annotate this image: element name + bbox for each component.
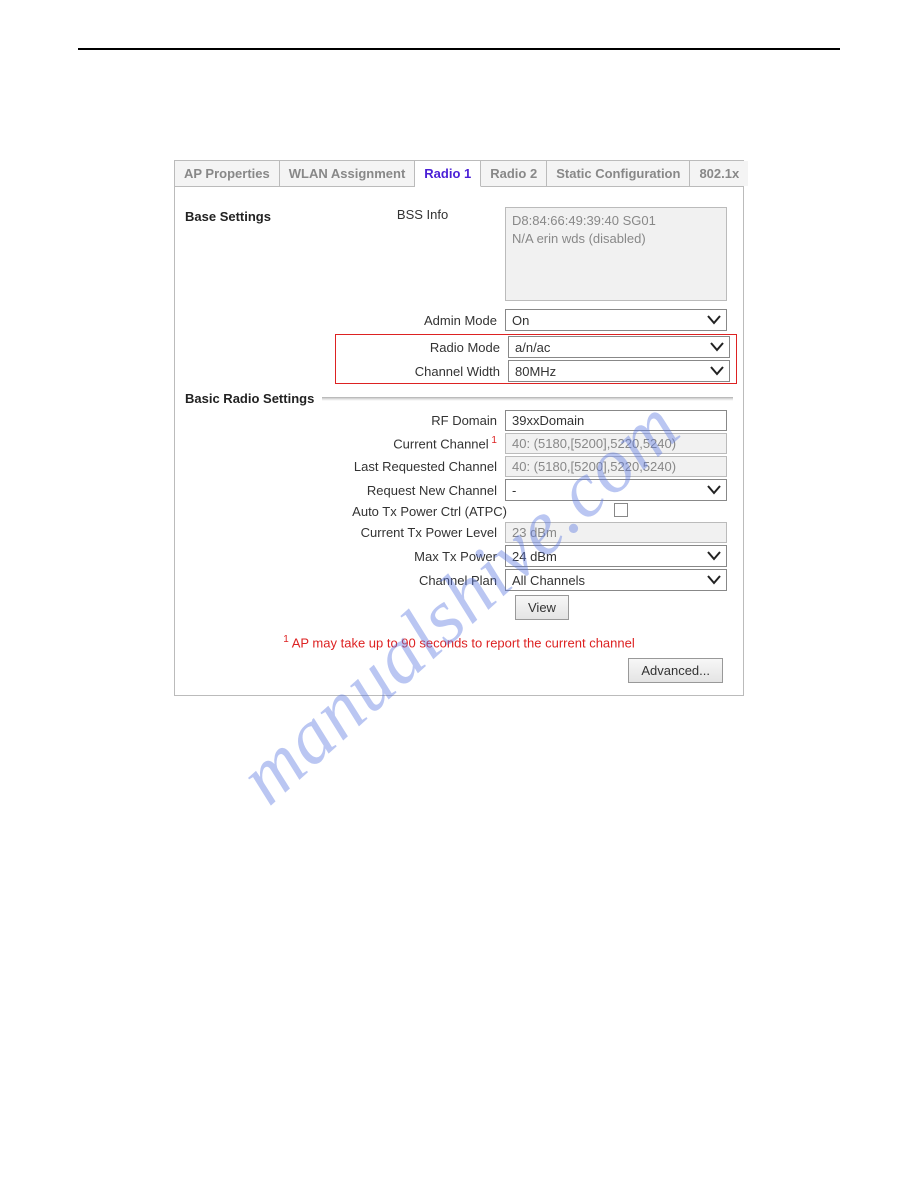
admin-mode-select[interactable]: On: [505, 309, 727, 331]
current-tx-power-display: 23 dBm: [505, 522, 727, 543]
current-channel-value: 40: (5180,[5200],5220,5240): [512, 436, 676, 451]
footnote-text: AP may take up to 90 seconds to report t…: [289, 635, 635, 650]
footnote-ref: 1: [489, 435, 497, 446]
bss-info-display: D8:84:66:49:39:40 SG01 N/A erin wds (dis…: [505, 207, 727, 301]
request-new-channel-select[interactable]: -: [505, 479, 727, 501]
atpc-checkbox[interactable]: [614, 503, 628, 517]
tab-radio-2[interactable]: Radio 2: [481, 161, 547, 186]
chevron-down-icon: [706, 483, 722, 497]
section-rule: [322, 397, 733, 401]
tab-802-1x[interactable]: 802.1x: [690, 161, 748, 186]
label-bss-info: BSS Info: [340, 207, 505, 222]
tab-ap-properties[interactable]: AP Properties: [175, 161, 280, 186]
label-radio-mode: Radio Mode: [336, 340, 508, 355]
section-title-basic-radio: Basic Radio Settings: [185, 391, 322, 406]
max-tx-power-value: 24 dBm: [512, 549, 557, 564]
view-button[interactable]: View: [515, 595, 569, 620]
page-divider: [78, 48, 840, 50]
label-admin-mode: Admin Mode: [340, 313, 505, 328]
label-atpc: Auto Tx Power Ctrl (ATPC): [345, 504, 515, 519]
tab-static-configuration[interactable]: Static Configuration: [547, 161, 690, 186]
current-tx-power-value: 23 dBm: [512, 525, 557, 540]
label-max-tx-power: Max Tx Power: [340, 549, 505, 564]
advanced-button[interactable]: Advanced...: [628, 658, 723, 683]
chevron-down-icon: [706, 549, 722, 563]
footnote: 1 AP may take up to 90 seconds to report…: [185, 634, 733, 650]
label-current-tx-power: Current Tx Power Level: [340, 525, 505, 540]
chevron-down-icon: [706, 313, 722, 327]
config-panel: AP Properties WLAN Assignment Radio 1 Ra…: [174, 160, 744, 696]
highlight-box: Radio Mode a/n/ac C: [335, 334, 737, 384]
chevron-down-icon: [709, 340, 725, 354]
current-channel-display: 40: (5180,[5200],5220,5240): [505, 433, 727, 454]
max-tx-power-select[interactable]: 24 dBm: [505, 545, 727, 567]
chevron-down-icon: [706, 573, 722, 587]
channel-width-select[interactable]: 80MHz: [508, 360, 730, 382]
last-requested-channel-value: 40: (5180,[5200],5220,5240): [512, 459, 676, 474]
label-request-new-channel: Request New Channel: [340, 483, 505, 498]
label-rf-domain: RF Domain: [340, 413, 505, 428]
tab-radio-1[interactable]: Radio 1: [415, 161, 481, 187]
radio-mode-select[interactable]: a/n/ac: [508, 336, 730, 358]
channel-plan-select[interactable]: All Channels: [505, 569, 727, 591]
radio-mode-value: a/n/ac: [515, 340, 550, 355]
request-new-channel-value: -: [512, 483, 516, 498]
section-header-basic-radio: Basic Radio Settings: [185, 391, 733, 406]
last-requested-channel-display: 40: (5180,[5200],5220,5240): [505, 456, 727, 477]
rf-domain-value: 39xxDomain: [512, 413, 584, 428]
chevron-down-icon: [709, 364, 725, 378]
channel-width-value: 80MHz: [515, 364, 556, 379]
label-last-requested-channel: Last Requested Channel: [340, 459, 505, 474]
label-channel-width: Channel Width: [336, 364, 508, 379]
tab-bar: AP Properties WLAN Assignment Radio 1 Ra…: [175, 161, 743, 187]
label-channel-plan: Channel Plan: [340, 573, 505, 588]
rf-domain-input[interactable]: 39xxDomain: [505, 410, 727, 431]
channel-plan-value: All Channels: [512, 573, 585, 588]
admin-mode-value: On: [512, 313, 529, 328]
panel-body: Base Settings BSS Info D8:84:66:49:39:40…: [175, 187, 743, 695]
label-current-channel: Current Channel 1: [340, 435, 505, 451]
section-title-base: Base Settings: [185, 207, 340, 224]
tab-wlan-assignment[interactable]: WLAN Assignment: [280, 161, 416, 186]
